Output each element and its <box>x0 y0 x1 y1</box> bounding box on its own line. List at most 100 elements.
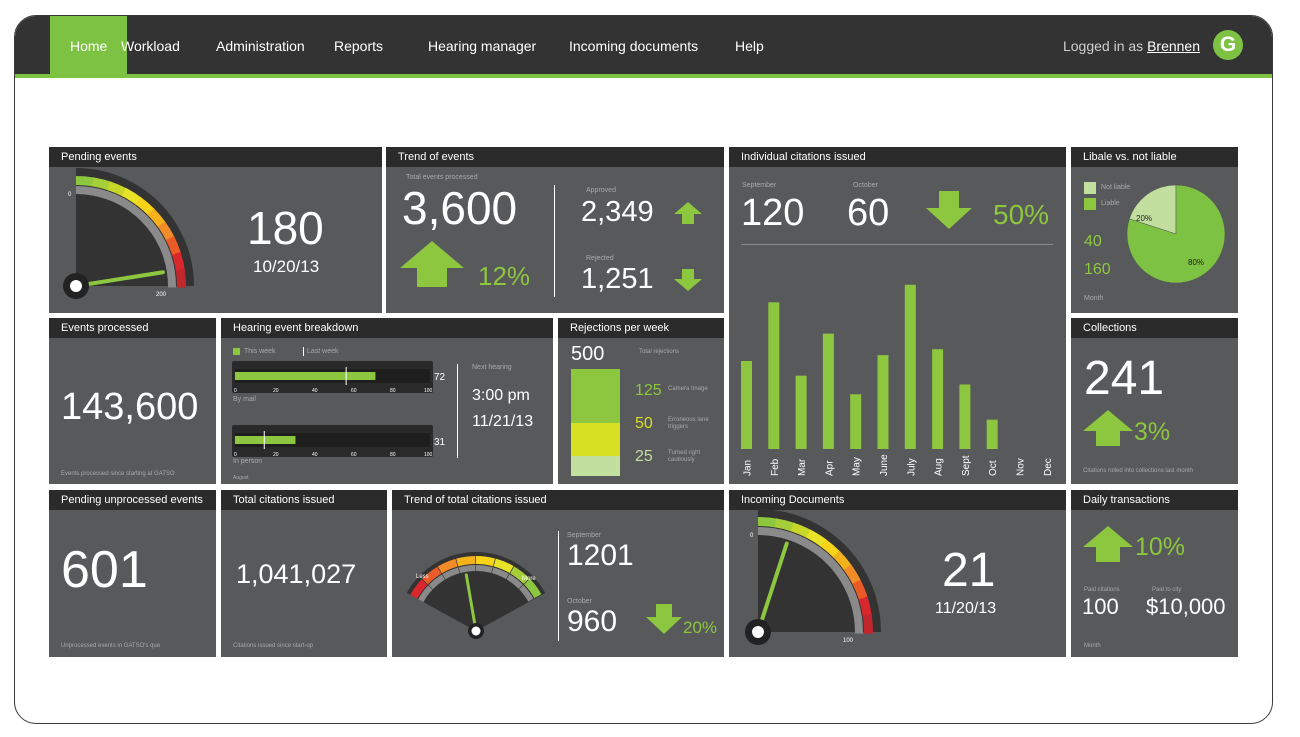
nav-incoming-documents[interactable]: Incoming documents <box>569 16 698 74</box>
panel-pending-events: Pending events 0 200 180 10/20/13 <box>49 147 382 313</box>
nav-hearing-manager[interactable]: Hearing manager <box>428 16 536 74</box>
gauge-more-label: More <box>522 576 536 582</box>
bar-oct <box>986 419 998 449</box>
gauge-pivot-cap <box>70 280 82 292</box>
bar1-value: 72 <box>434 372 446 383</box>
x-tick-label: May <box>852 457 863 476</box>
rejected-value: 1,251 <box>581 263 654 295</box>
panel-events-processed: Events processed 143,600 Events processe… <box>49 318 216 484</box>
x-tick-label: Jan <box>743 460 754 476</box>
unprocessed-note: Unprocessed events in GATSO's que <box>61 643 161 649</box>
bar-july <box>904 284 916 449</box>
axis-tick-label: 40 <box>312 452 318 458</box>
axis-tick-label: 100 <box>424 388 433 394</box>
x-tick-label: Apr <box>824 460 835 476</box>
panel-rejections: Rejections per week 500 Total rejections… <box>558 318 724 484</box>
paid-citations-label: Paid citations <box>1084 587 1120 593</box>
bar-this-week <box>235 372 376 380</box>
events-processed-note: Events processed since starting at GATSO <box>61 471 175 477</box>
total-change: 12% <box>478 261 531 291</box>
rejection-value-3: 25 <box>635 448 653 465</box>
panel-title: Trend of events <box>386 147 724 167</box>
gauge-max-label: 200 <box>156 292 167 298</box>
trend-total-change: 20% <box>683 618 718 637</box>
nav-workload[interactable]: Workload <box>121 16 180 74</box>
bar-jan <box>741 361 752 449</box>
next-hearing-label: Next hearing <box>472 364 512 371</box>
x-tick-label: Dec <box>1043 458 1054 476</box>
pending-gauge: 0 200 <box>63 168 194 299</box>
collections-note: Citations rolled into collections last m… <box>1083 468 1194 474</box>
nav-administration[interactable]: Administration <box>216 16 305 74</box>
gauge-segment <box>862 614 873 634</box>
axis-tick-label: 80 <box>390 388 396 394</box>
incoming-date: 11/20/13 <box>935 600 997 617</box>
brand-logo[interactable]: G <box>1213 30 1243 60</box>
gauge-tick-band <box>853 615 863 634</box>
up-arrow-icon <box>674 202 702 224</box>
rejection-label-1: Camera Image <box>668 386 708 392</box>
gauge-tick-band <box>76 186 94 196</box>
gauge-segment <box>758 517 778 528</box>
x-tick-label: Mar <box>797 458 808 476</box>
month-label: Month <box>1084 643 1101 649</box>
user-link[interactable]: Brennen <box>1147 38 1200 54</box>
panel-citations-issued: Individual citations issued September 12… <box>729 147 1066 484</box>
panel-total-citations: Total citations issued 1,041,027 Citatio… <box>221 490 387 657</box>
total-label: Total events processed <box>406 174 478 181</box>
axis-tick-label: 60 <box>351 388 357 394</box>
panel-title: Events processed <box>49 318 216 338</box>
axis-tick-label: 20 <box>273 452 279 458</box>
month2-value: 960 <box>567 605 618 638</box>
up-arrow-icon <box>1083 410 1133 446</box>
divider <box>554 185 555 297</box>
pending-value: 180 <box>247 202 324 254</box>
panel-trend-events: Trend of events Total events processed 3… <box>386 147 724 313</box>
up-arrow-icon <box>400 241 464 287</box>
nav-reports[interactable]: Reports <box>334 16 383 74</box>
x-tick-label: July <box>906 458 917 476</box>
panel-liable: Libale vs. not liable Not liable Liable … <box>1071 147 1238 313</box>
bar2-label: In person <box>233 458 263 465</box>
gauge-min-label: 0 <box>750 533 754 539</box>
divider <box>457 364 458 458</box>
unprocessed-value: 601 <box>61 541 148 599</box>
gauge-less-label: Less <box>416 574 429 580</box>
total-citations-note: Citations issued since start-up <box>233 643 314 649</box>
approved-label: Approved <box>586 187 616 194</box>
bar-this-week <box>235 436 296 444</box>
segment-turned-right <box>571 456 620 476</box>
pie-pct-not-liable: 20% <box>1136 214 1153 223</box>
pie-pct-liable: 80% <box>1188 258 1205 267</box>
up-arrow-icon <box>1083 526 1133 562</box>
paid-city-label: Paid to city <box>1152 587 1182 593</box>
nav-home[interactable]: Home <box>50 16 128 74</box>
month1-label: September <box>567 532 602 539</box>
bar2-value: 31 <box>434 437 446 448</box>
citations-bar-chart: Jan Feb Mar Apr May June July Aug Sept Oct Nov Dec <box>741 284 1054 476</box>
events-processed-value: 143,600 <box>61 386 199 428</box>
bar-aug <box>932 349 944 449</box>
x-tick-label: Sept <box>961 455 972 476</box>
panel-daily-transactions: Daily transactions 10% Paid citations 10… <box>1071 490 1238 657</box>
login-status: Logged in as Brennen <box>1063 16 1200 74</box>
month1-value: 1201 <box>567 539 634 572</box>
axis-tick-label: 80 <box>390 452 396 458</box>
panel-pending-unprocessed: Pending unprocessed events 601 Unprocess… <box>49 490 216 657</box>
panel-collections: Collections 241 3% Citations rolled into… <box>1071 318 1238 484</box>
rejection-value-1: 125 <box>635 382 662 399</box>
nav-help[interactable]: Help <box>735 16 764 74</box>
pending-date: 10/20/13 <box>253 257 320 276</box>
collections-change: 3% <box>1134 418 1171 446</box>
bar1-label: By mail <box>233 396 256 403</box>
collections-value: 241 <box>1084 352 1165 405</box>
bar-apr <box>822 333 834 449</box>
paid-citations-value: 100 <box>1082 594 1119 619</box>
rejections-total: 500 <box>571 343 605 365</box>
gauge-tick-band <box>758 527 776 537</box>
fan-pivot-cap <box>471 626 481 636</box>
panel-hearing-breakdown: Hearing event breakdown This week Last w… <box>221 318 553 484</box>
bar-feb <box>768 302 780 449</box>
axis-tick-label: 60 <box>351 452 357 458</box>
gauge-segment <box>175 268 186 288</box>
